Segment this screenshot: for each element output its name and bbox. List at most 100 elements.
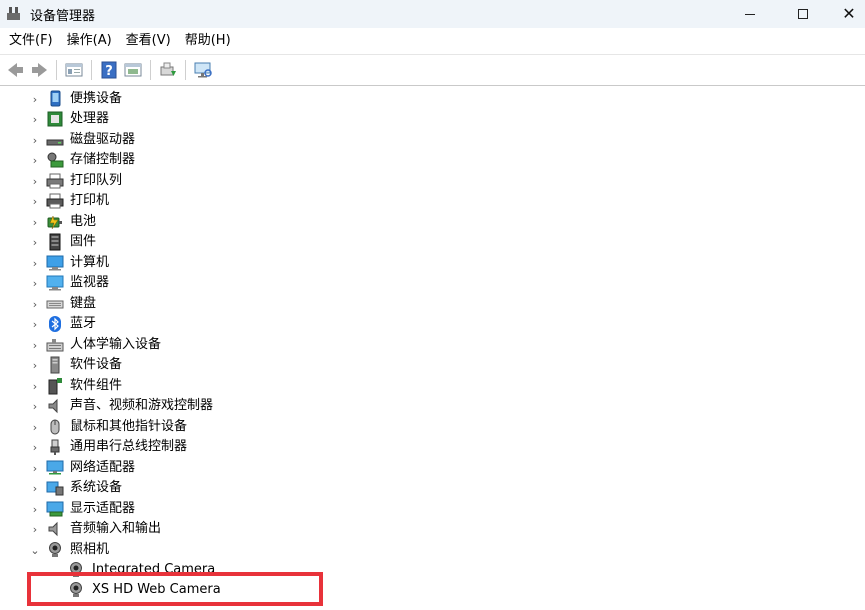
tree-item-label: 键盘	[70, 296, 97, 311]
chevron-right-icon[interactable]: ›	[30, 376, 40, 396]
chevron-right-icon[interactable]: ›	[30, 294, 40, 314]
chevron-down-icon[interactable]: ⌄	[30, 540, 40, 560]
maximize-button[interactable]	[780, 0, 826, 28]
tree-item-label: 系统设备	[70, 480, 123, 495]
printer-icon	[46, 193, 64, 209]
chevron-right-icon[interactable]: ›	[30, 499, 40, 519]
chevron-right-icon[interactable]: ›	[30, 478, 40, 498]
tree-item-label: 鼠标和其他指针设备	[70, 419, 188, 434]
tree-item-label: 软件组件	[70, 378, 123, 393]
tree-item-label: 音频输入和输出	[70, 521, 162, 536]
tree-item-label: 计算机	[70, 255, 110, 270]
battery-icon	[47, 215, 62, 230]
tree-item-label: 显示适配器	[70, 501, 136, 516]
device-tree: › 便携设备 › 处理器 › 磁盘驱动器 › 存储控制器 › 打印队列 › 打印…	[0, 87, 865, 610]
chevron-right-icon[interactable]: ›	[30, 171, 40, 191]
mouse-icon	[50, 419, 60, 435]
tree-item-label: 存储控制器	[70, 152, 136, 167]
print-queue-icon	[46, 173, 64, 189]
tree-item-label: 人体学输入设备	[70, 337, 162, 352]
menu-file[interactable]: 文件(F)	[2, 30, 60, 52]
software-component-icon	[48, 378, 62, 395]
toolbar-separator	[150, 60, 151, 80]
tree-item-label: 处理器	[70, 111, 110, 126]
chevron-right-icon[interactable]: ›	[30, 253, 40, 273]
menu-action[interactable]: 操作(A)	[60, 30, 119, 52]
tree-item-label: 便携设备	[70, 91, 123, 106]
chevron-right-icon[interactable]: ›	[30, 109, 40, 129]
display-adapter-icon	[46, 501, 64, 517]
firmware-icon	[49, 233, 61, 251]
back-icon	[7, 63, 23, 77]
scan-hardware-button[interactable]	[191, 59, 215, 81]
highlight-box	[27, 572, 323, 606]
keyboard-icon	[46, 300, 64, 309]
camera-icon	[49, 542, 61, 557]
chevron-right-icon[interactable]: ›	[30, 396, 40, 416]
computer-icon	[46, 255, 64, 271]
chevron-right-icon[interactable]: ›	[30, 519, 40, 539]
chevron-right-icon[interactable]: ›	[30, 212, 40, 232]
portable-device-icon	[50, 90, 61, 107]
disk-drive-icon	[46, 139, 64, 146]
close-icon: ✕	[842, 4, 856, 23]
svg-text:?: ?	[105, 64, 113, 79]
menu-help[interactable]: 帮助(H)	[178, 30, 238, 52]
show-hidden-button[interactable]	[121, 59, 145, 81]
back-button[interactable]	[3, 59, 27, 81]
storage-controller-icon	[47, 152, 64, 168]
chevron-right-icon[interactable]: ›	[30, 437, 40, 457]
device-manager-icon	[6, 6, 22, 22]
minimize-icon	[745, 13, 755, 15]
chevron-right-icon[interactable]: ›	[30, 191, 40, 211]
tree-item-label: 打印队列	[70, 173, 123, 188]
tree-item-label: 蓝牙	[70, 316, 97, 331]
tree-item-label: 软件设备	[70, 357, 123, 372]
toolbar-separator	[56, 60, 57, 80]
chevron-right-icon[interactable]: ›	[30, 417, 40, 437]
properties-button[interactable]	[62, 59, 86, 81]
toolbar-separator	[91, 60, 92, 80]
close-button[interactable]: ✕	[826, 0, 865, 28]
usb-icon	[50, 439, 60, 455]
hid-icon	[46, 339, 64, 352]
chevron-right-icon[interactable]: ›	[30, 232, 40, 252]
update-driver-icon	[160, 62, 176, 76]
forward-icon	[31, 63, 47, 77]
maximize-icon	[798, 9, 808, 19]
scan-hardware-icon	[194, 62, 212, 78]
processor-icon	[47, 111, 63, 127]
tree-item-label: 照相机	[70, 542, 110, 557]
network-adapter-icon	[46, 460, 64, 475]
help-icon: ?	[101, 61, 117, 79]
chevron-right-icon[interactable]: ›	[30, 130, 40, 150]
tree-item-label: 磁盘驱动器	[70, 132, 136, 147]
update-driver-button[interactable]	[156, 59, 180, 81]
tree-item-label: 通用串行总线控制器	[70, 439, 188, 454]
menu-view[interactable]: 查看(V)	[119, 30, 178, 52]
audio-io-icon	[48, 521, 58, 537]
tree-item-label: 网络适配器	[70, 460, 136, 475]
software-device-icon	[50, 356, 60, 374]
properties-pane-icon	[65, 63, 83, 77]
chevron-right-icon[interactable]: ›	[30, 458, 40, 478]
menu-bar: 文件(F) 操作(A) 查看(V) 帮助(H)	[0, 28, 865, 54]
bluetooth-icon	[49, 316, 61, 332]
sound-icon	[48, 398, 58, 414]
tree-item-label: 监视器	[70, 275, 110, 290]
system-device-icon	[46, 481, 64, 496]
chevron-right-icon[interactable]: ›	[30, 273, 40, 293]
chevron-right-icon[interactable]: ›	[30, 89, 40, 109]
chevron-right-icon[interactable]: ›	[30, 355, 40, 375]
tree-item-label: 打印机	[70, 193, 110, 208]
minimize-button[interactable]	[727, 0, 773, 28]
toolbar: ?	[0, 54, 865, 86]
chevron-right-icon[interactable]: ›	[30, 335, 40, 355]
tree-item-label: 固件	[70, 234, 97, 249]
window-title: 设备管理器	[30, 8, 96, 24]
help-button[interactable]: ?	[97, 59, 121, 81]
chevron-right-icon[interactable]: ›	[30, 150, 40, 170]
show-hidden-icon	[124, 63, 142, 77]
chevron-right-icon[interactable]: ›	[30, 314, 40, 334]
forward-button[interactable]	[27, 59, 51, 81]
